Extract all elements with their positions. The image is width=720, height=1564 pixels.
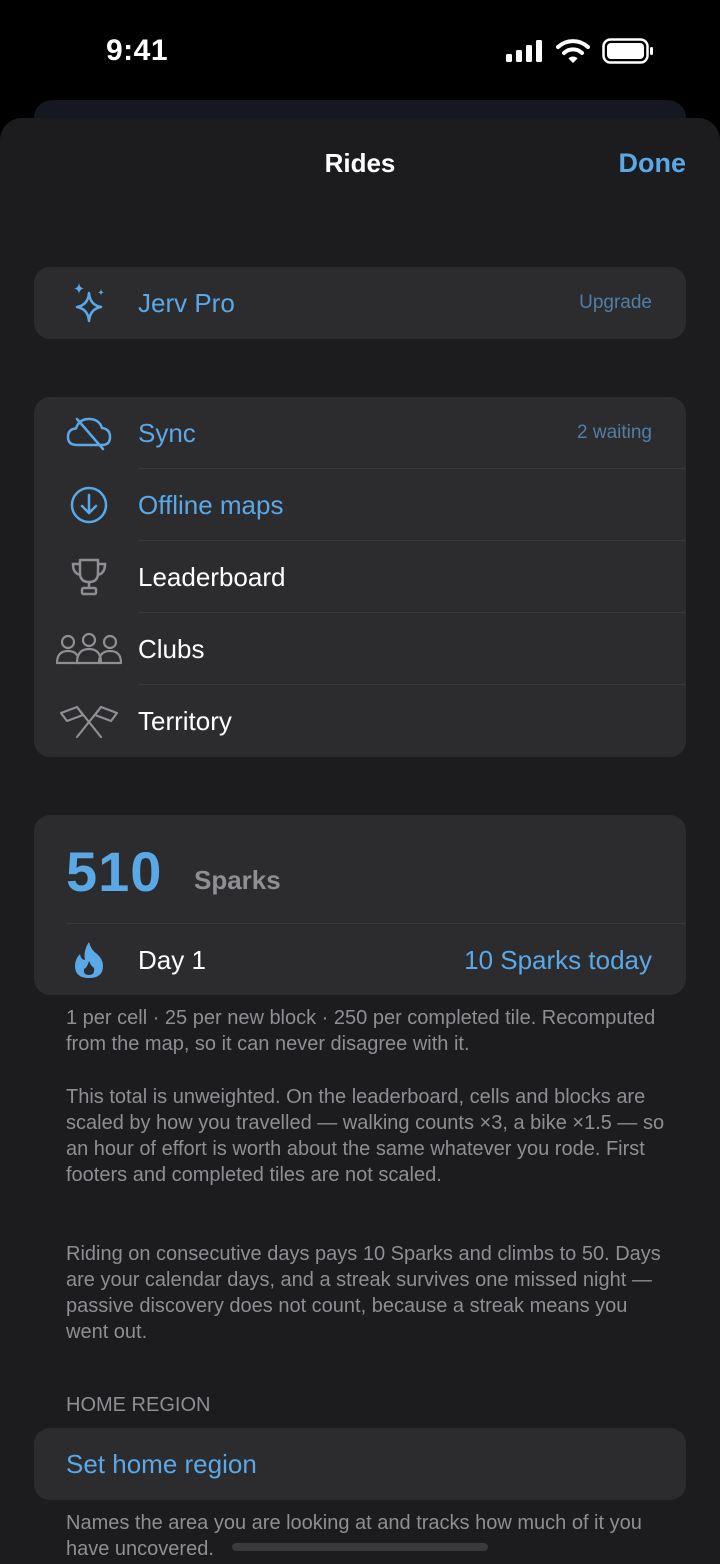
status-bar: 9:41 — [0, 0, 720, 100]
cellular-signal-icon — [506, 40, 542, 62]
pro-group: Jerv Pro Upgrade — [34, 267, 686, 339]
menu-row-offline-maps[interactable]: Offline maps — [34, 469, 686, 541]
sparks-today-label: 10 Sparks today — [464, 945, 652, 975]
streak-row: Day 1 10 Sparks today — [34, 924, 686, 995]
people-icon — [54, 627, 124, 671]
cloud-off-icon — [54, 411, 124, 455]
menu-label-clubs: Clubs — [138, 634, 205, 664]
menu-label-leaderboard: Leaderboard — [138, 562, 286, 592]
jerv-pro-row[interactable]: Jerv Pro Upgrade — [34, 267, 686, 339]
sparks-note-streak: Riding on consecutive days pays 10 Spark… — [66, 1243, 661, 1343]
home-indicator[interactable] — [232, 1543, 488, 1551]
menu-label-territory: Territory — [138, 706, 232, 736]
jerv-pro-label: Jerv Pro — [138, 288, 235, 318]
sparks-total: 510 — [66, 840, 163, 903]
page-title: Rides — [324, 148, 396, 178]
sparks-card: 510 Sparks Day 1 10 Sparks today — [34, 815, 686, 995]
wifi-icon — [556, 39, 590, 63]
rides-sheet: Rides Done Jerv Pro Upgrade Sync 2 waiti… — [0, 118, 720, 1564]
home-region-group: Set home region — [34, 1428, 686, 1500]
battery-icon — [602, 38, 653, 64]
status-time: 9:41 — [106, 34, 169, 67]
sparks-unit: Sparks — [194, 865, 281, 895]
trophy-icon — [54, 555, 124, 599]
home-region-header: HOME REGION — [66, 1394, 211, 1416]
menu-row-territory[interactable]: Territory — [34, 685, 686, 757]
home-region-footer: Names the area you are looking at and tr… — [66, 1512, 642, 1560]
menu-label-sync: Sync — [138, 418, 196, 448]
streak-day-label: Day 1 — [138, 945, 206, 975]
flame-icon — [54, 938, 124, 982]
sparks-note-rates: 1 per cell · 25 per new block · 250 per … — [66, 1007, 656, 1055]
status-icons — [506, 38, 654, 64]
menu-row-sync[interactable]: Sync 2 waiting — [34, 397, 686, 469]
menu-group: Sync 2 waiting Offline maps Leaderboard … — [34, 397, 686, 757]
done-button[interactable]: Done — [619, 148, 687, 179]
crossed-flags-icon — [54, 699, 124, 743]
sparkles-icon — [54, 281, 124, 325]
download-circle-icon — [54, 483, 124, 527]
sync-status: 2 waiting — [577, 422, 652, 443]
menu-label-offline-maps: Offline maps — [138, 490, 284, 520]
upgrade-label: Upgrade — [579, 292, 652, 313]
menu-row-clubs[interactable]: Clubs — [34, 613, 686, 685]
menu-row-leaderboard[interactable]: Leaderboard — [34, 541, 686, 613]
sparks-note-weighting: This total is unweighted. On the leaderb… — [66, 1086, 665, 1186]
set-home-region-button[interactable]: Set home region — [66, 1428, 257, 1500]
